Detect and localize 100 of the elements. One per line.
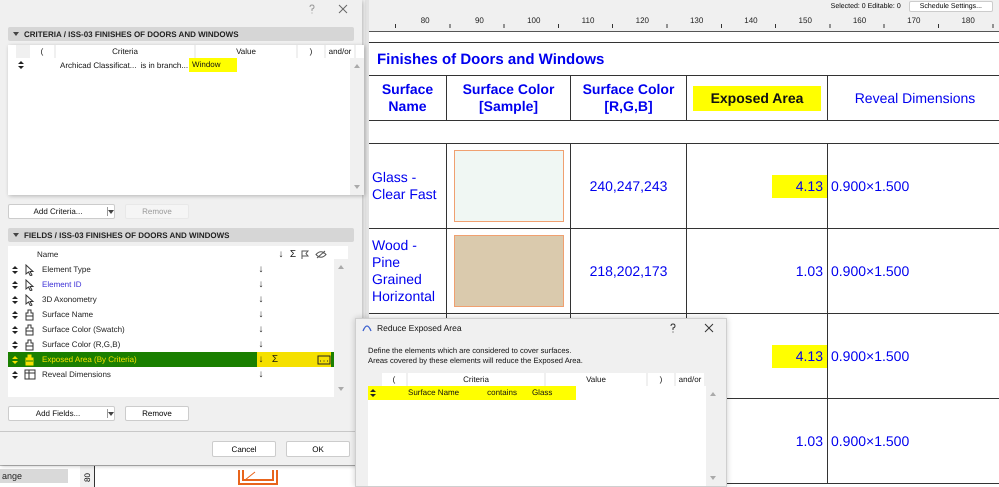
column-header: Name [37,250,60,258]
table-cell: 218,202,173 [590,262,668,280]
options-icon[interactable] [317,354,331,364]
pointer-icon [24,294,36,306]
sort-toggle[interactable]: ↓ [257,369,265,380]
field-row[interactable]: Surface Name ↓ [8,307,348,322]
add-split-button[interactable]: Add Criteria... [8,204,115,219]
hidden-eye-icon [315,250,327,258]
scroll-up-icon [710,392,716,396]
field-row[interactable]: Surface Color (R,G,B) ↓ [8,337,348,352]
ruler-label: 80 [82,472,92,482]
remove-button[interactable]: Remove [125,406,189,421]
criteria-value: Window [189,58,236,72]
arc-icon [362,324,372,332]
column-header: Exposed Area [692,86,822,110]
scroll-up-icon [338,265,344,269]
sort-toggle[interactable]: ↓ [257,279,265,290]
paint-bucket-icon [24,354,36,366]
sort-toggle[interactable]: ↓ [257,354,265,365]
collapse-icon [13,233,19,237]
field-row[interactable]: Surface Color (Swatch) ↓ [8,322,348,337]
table-cell: 4.13 [772,174,827,198]
field-name: Element ID [42,280,83,289]
table-cell-text: 1.03 [794,262,824,280]
column-header: Value [196,45,296,58]
drag-handle-icon [370,388,376,397]
pointer-icon [24,278,36,290]
drag-handle-icon [12,370,18,378]
field-row[interactable]: Element Type ↓ [8,262,348,277]
dialog-title: Reduce Exposed Area [377,323,463,334]
close-icon [704,323,714,334]
paint-bucket-icon [24,324,36,336]
field-name: Element Type [42,265,92,274]
column-header: Σ [289,248,297,260]
drag-handle-icon [12,266,18,274]
field-row[interactable]: 3D Axonometry ↓ [8,292,348,307]
column-header: ( [30,45,54,58]
dialog-button[interactable]: OK [286,441,350,457]
sort-toggle[interactable]: ↓ [257,294,265,305]
sort-toggle[interactable]: ↓ [257,309,265,320]
ruler-label: 130 [688,16,704,27]
scroll-down-icon [338,387,344,391]
ruler-label: 170 [906,16,922,27]
table-cell: 0.900×1.500 [831,348,910,364]
field-name: Surface Color (R,G,B) [42,340,122,349]
column-header: ) [298,45,324,58]
section-header[interactable]: FIELDS / ISS-03 FINISHES OF DOORS AND WINDOWS [8,228,354,242]
criteria-name: Archicad Classificat... [60,60,136,70]
section-title: CRITERIA / ISS-03 FINISHES OF DOORS AND WINDOWS [24,30,239,38]
sort-toggle[interactable]: ↓ [257,264,265,275]
field-row[interactable]: Element ID ↓ [8,277,348,292]
table-cell: 0.900×1.500 [831,178,910,194]
scrollbar[interactable] [350,58,364,195]
drag-handle-icon [12,356,18,364]
ruler-label: 110 [580,16,596,27]
dialog-button[interactable]: Cancel [212,441,276,457]
field-name: Surface Name [42,310,94,319]
column-header: Surface Color [R,G,B] [582,81,676,115]
panel-tab[interactable]: ange [0,469,68,483]
scroll-up-icon [354,64,360,68]
collapse-icon [13,32,19,36]
column-header: Criteria [56,45,194,58]
field-name: Exposed Area (By Criteria) [42,355,138,364]
field-name: 3D Axonometry [42,295,98,304]
ruler-label: 160 [852,16,868,27]
scroll-down-icon [354,185,360,189]
column-header: Value [546,372,646,386]
drag-handle-icon [12,340,18,348]
criteria-row[interactable]: Surface Name contains Glass [368,386,576,400]
help-icon [308,4,316,14]
paint-bucket-icon [24,308,36,320]
drag-handle-icon [12,326,18,334]
field-row[interactable]: Reveal Dimensions ↓ [8,367,348,382]
sum-toggle[interactable]: Σ [271,354,279,365]
sort-toggle[interactable]: ↓ [257,324,265,335]
field-name: Surface Color (Swatch) [42,325,126,334]
ruler-label: 180 [960,16,976,27]
criteria-name: Surface Name [408,388,460,398]
add-split-button[interactable]: Add Fields... [8,406,115,421]
section-header[interactable]: CRITERIA / ISS-03 FINISHES OF DOORS AND WINDOWS [8,27,354,41]
table-cell: 240,247,243 [590,178,668,194]
table-cell: 0.900×1.500 [831,432,910,450]
column-header: Surface Name [380,81,434,115]
section-title: FIELDS / ISS-03 FINISHES OF DOORS AND WINDOWS [24,230,230,240]
criteria-operator: is in branch... [140,60,188,70]
criteria-operator: contains [487,388,517,398]
ruler-label: 90 [474,16,485,27]
column-header: ↓ [278,248,284,260]
column-header: ( [382,372,406,386]
close-icon [338,4,348,14]
drag-handle-icon [18,61,24,69]
schedule-title: Finishes of Doors and Windows [369,43,999,76]
sort-toggle[interactable]: ↓ [257,339,265,350]
table-cell-text: Glass - Clear Fast [372,169,438,203]
criteria-value: Glass [530,386,554,399]
drag-handle-icon [12,296,18,304]
dropdown-icon [108,210,114,214]
ruler-label: 140 [743,16,759,27]
column-header: and/or [676,372,704,386]
pointer-icon [24,264,36,276]
